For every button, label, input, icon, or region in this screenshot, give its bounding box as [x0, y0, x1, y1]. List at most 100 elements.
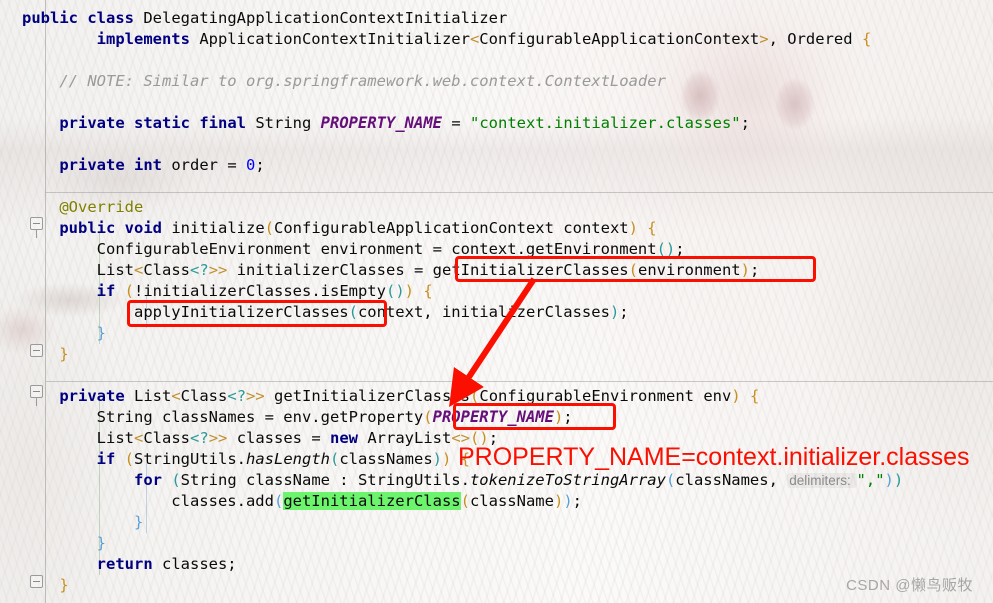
code-token: {: [750, 387, 760, 405]
code-line: applyInitializerClasses(context, initial…: [22, 302, 629, 323]
code-token: List: [124, 387, 172, 405]
code-token: StringUtils.: [134, 450, 246, 468]
code-token: classes =: [227, 429, 331, 447]
code-token: >>: [208, 429, 228, 447]
code-token: }: [96, 534, 106, 552]
code-token: Class: [180, 387, 228, 405]
code-token: >>: [208, 261, 228, 279]
code-token: ConfigurableEnvironment environment = co…: [22, 240, 657, 258]
code-token: PROPERTY_NAME: [320, 114, 442, 132]
code-token: , Ordered: [768, 30, 862, 48]
code-line: public class DelegatingApplicationContex…: [22, 8, 507, 29]
code-token: ApplicationContextInitializer: [189, 30, 470, 48]
code-line: @Override: [22, 197, 143, 218]
code-token: ): [609, 303, 620, 321]
code-token: ): [740, 261, 750, 279]
code-token: int: [134, 156, 162, 174]
code-token: className: [469, 492, 554, 510]
code-token: (: [628, 261, 638, 279]
code-line: for (String className : StringUtils.toke…: [22, 470, 903, 491]
code-token: ): [731, 387, 741, 405]
code-token: String classNames = env.getProperty: [22, 408, 424, 426]
code-token: (: [171, 471, 181, 489]
code-token: {: [647, 219, 657, 237]
code-line: return classes;: [22, 554, 237, 575]
code-line: String classNames = env.getProperty(PROP…: [22, 407, 573, 428]
code-token: >>: [246, 387, 265, 405]
code-token: implements: [96, 30, 190, 48]
code-token: Class: [143, 429, 190, 447]
code-token: @Override: [59, 198, 144, 216]
code-token: (: [273, 492, 284, 510]
code-token: void: [124, 219, 162, 237]
code-token: <: [190, 429, 200, 447]
code-token: ConfigurableEnvironment env: [479, 387, 732, 405]
code-token: <: [133, 429, 144, 447]
code-token: (: [470, 387, 480, 405]
code-token: !initializerClasses.isEmpty: [134, 282, 386, 300]
code-token: private: [59, 114, 125, 132]
code-token: new: [330, 429, 359, 447]
code-token: <: [171, 387, 181, 405]
code-token: >: [759, 30, 769, 48]
code-line: implements ApplicationContextInitializer…: [22, 29, 872, 50]
code-line: // NOTE: Similar to org.springframework.…: [22, 71, 666, 92]
code-token: initialize: [162, 219, 265, 237]
code-token: return: [96, 555, 153, 573]
code-token: PROPERTY_NAME: [432, 408, 554, 426]
code-token: (: [124, 450, 135, 468]
code-token: ): [884, 471, 894, 489]
code-token: "context.initializer.classes": [470, 114, 741, 132]
code-token: }: [96, 324, 106, 342]
code-text-area[interactable]: public class DelegatingApplicationContex…: [0, 0, 993, 603]
code-token: Class: [143, 261, 190, 279]
code-token: delimiters:: [787, 473, 857, 488]
code-token: ;: [675, 240, 685, 258]
code-token: String: [246, 114, 321, 132]
code-token: environment: [637, 261, 741, 279]
code-token: final: [199, 114, 247, 132]
code-token: ): [628, 219, 638, 237]
code-token: context, initializerClasses: [357, 303, 610, 321]
code-token: (: [460, 492, 470, 510]
code-token: ",": [856, 471, 885, 489]
code-line: public void initialize(ConfigurableAppli…: [22, 218, 657, 239]
code-token: (: [330, 450, 340, 468]
code-token: List: [22, 429, 134, 447]
code-token: ;: [749, 261, 760, 279]
code-token: }: [59, 345, 69, 363]
code-token: classNames: [339, 450, 433, 468]
code-line: }: [22, 344, 69, 365]
code-line: private static final String PROPERTY_NAM…: [22, 113, 750, 134]
code-token: <>: [451, 429, 471, 447]
code-token: (: [423, 408, 433, 426]
code-token: ): [563, 492, 573, 510]
code-line: List<Class<?>> initializerClasses = getI…: [22, 260, 760, 281]
code-token: classNames,: [675, 471, 788, 489]
code-token: ): [442, 450, 452, 468]
code-token: class: [87, 9, 135, 27]
code-token: if: [96, 450, 116, 468]
code-token: String className : StringUtils.: [180, 471, 470, 489]
code-line: private List<Class<?>> getInitializerCla…: [22, 386, 759, 407]
code-token: ): [553, 492, 564, 510]
